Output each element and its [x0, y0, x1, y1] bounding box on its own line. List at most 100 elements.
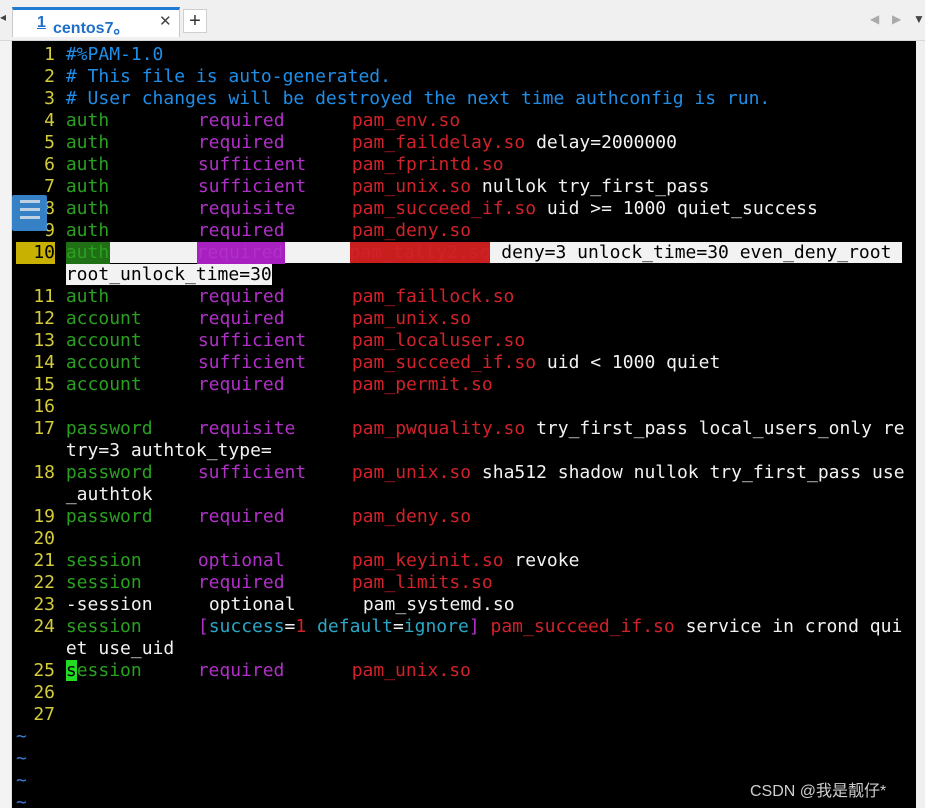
- code-token: pam_tally2.so: [349, 242, 491, 263]
- code-token: [284, 242, 350, 263]
- vim-line[interactable]: 5 auth required pam_faildelay.so delay=200…: [16, 132, 905, 154]
- vim-line[interactable]: 18 password sufficient pam_unix.so sha512 …: [16, 462, 904, 484]
- code-token: optional: [208, 594, 296, 615]
- code-token: auth: [65, 154, 110, 175]
- vim-line[interactable]: 23 -session optional pam_systemd.so: [16, 594, 905, 616]
- terminal-view[interactable]: 1 #%PAM-1.0 2 # This file is auto-generat…: [12, 41, 916, 808]
- vim-line[interactable]: 14 account sufficient pam_succeed_if.so ui…: [16, 352, 905, 374]
- line-number: 21: [33, 550, 55, 571]
- code-token: try_first_pass local_users_only re: [525, 418, 905, 439]
- code-token: sufficient: [197, 176, 307, 197]
- previous-tab-icon[interactable]: ◀: [870, 12, 879, 26]
- code-token: pam_deny.so: [351, 220, 472, 241]
- vim-line[interactable]: try=3 authtok_type=: [16, 440, 905, 462]
- code-token: session: [65, 616, 142, 637]
- vim-line[interactable]: 9 auth required pam_deny.so: [16, 220, 905, 242]
- vim-line[interactable]: et use_uid: [16, 638, 905, 660]
- vim-line[interactable]: 7 auth sufficient pam_unix.so nullok try_f…: [16, 176, 905, 198]
- line-number: 1: [44, 44, 55, 65]
- code-token: auth: [65, 198, 110, 219]
- vim-line[interactable]: 13 account sufficient pam_localuser.so: [16, 330, 905, 352]
- vim-line[interactable]: 8 auth requisite pam_succeed_if.so uid >= …: [16, 198, 905, 220]
- scroll-left-icon[interactable]: ◂: [0, 10, 10, 32]
- vim-line[interactable]: 1 #%PAM-1.0: [16, 44, 905, 66]
- code-token: _authtok: [65, 484, 153, 505]
- vim-line[interactable]: 4 auth required pam_env.so: [16, 110, 905, 132]
- vim-line[interactable]: root_unlock_time=30: [16, 264, 905, 286]
- code-token: #%PAM-1.0: [65, 44, 164, 65]
- line-number: 16: [33, 396, 55, 417]
- code-token: auth: [65, 220, 110, 241]
- line-number: 22: [33, 572, 55, 593]
- code-token: delay=2000000: [525, 132, 677, 153]
- left-side-strip: [0, 41, 12, 808]
- code-token: auth: [65, 286, 110, 307]
- vim-line[interactable]: 20: [16, 528, 905, 550]
- code-token: deny=3 unlock_time=30 even_deny_root: [490, 242, 903, 263]
- vim-line[interactable]: 10 auth required pam_tally2.so deny=3 un…: [16, 242, 905, 264]
- vim-line[interactable]: 19 password required pam_deny.so: [16, 506, 905, 528]
- vim-line[interactable]: 17 password requisite pam_pwquality.so try…: [16, 418, 905, 440]
- vim-line[interactable]: 22 session required pam_limits.so: [16, 572, 905, 594]
- vim-line[interactable]: 27: [16, 704, 905, 726]
- vim-line[interactable]: 24 session [success=1 default=ignore] pam…: [16, 616, 905, 638]
- add-tab-button[interactable]: +: [183, 9, 207, 33]
- code-token: session: [65, 572, 142, 593]
- line-number: 27: [33, 704, 55, 725]
- code-token: pam_faildelay.so: [351, 132, 526, 153]
- code-token: required: [197, 660, 285, 681]
- code-token: required: [197, 220, 285, 241]
- vim-line[interactable]: 16: [16, 396, 905, 418]
- tab-menu-icon[interactable]: ▼: [913, 12, 925, 26]
- code-token: service in crond qui: [674, 616, 903, 637]
- tab-centos7[interactable]: 1 centos7。 ✕: [12, 7, 180, 37]
- code-token: ignore: [403, 616, 469, 637]
- code-token: required: [197, 572, 285, 593]
- code-token: pam_fprintd.so: [351, 154, 504, 175]
- side-panel-toggle-icon[interactable]: [12, 195, 47, 231]
- code-token: [: [197, 616, 209, 637]
- code-token: auth: [65, 242, 110, 264]
- line-number: 20: [33, 528, 55, 549]
- code-token: password: [65, 506, 153, 527]
- code-token: required: [197, 110, 285, 131]
- code-token: pam_unix.so: [351, 462, 472, 483]
- next-tab-icon[interactable]: ▶: [892, 12, 901, 26]
- line-number: 19: [33, 506, 55, 527]
- line-number: 15: [33, 374, 55, 395]
- vim-line[interactable]: 21 session optional pam_keyinit.so revoke: [16, 550, 905, 572]
- code-token: pam_pwquality.so: [351, 418, 526, 439]
- code-token: password: [65, 462, 153, 483]
- code-token: nullok try_first_pass: [471, 176, 710, 197]
- vim-buffer[interactable]: 1 #%PAM-1.0 2 # This file is auto-generat…: [16, 44, 905, 808]
- code-token: required: [197, 506, 285, 527]
- vim-line[interactable]: 11 auth required pam_faillock.so: [16, 286, 905, 308]
- vim-line[interactable]: 15 account required pam_permit.so: [16, 374, 905, 396]
- vim-line[interactable]: 2 # This file is auto-generated.: [16, 66, 905, 88]
- code-token: s: [65, 660, 77, 681]
- vim-line[interactable]: 6 auth sufficient pam_fprintd.so: [16, 154, 905, 176]
- vim-line[interactable]: _authtok: [16, 484, 905, 506]
- close-icon[interactable]: ✕: [159, 12, 172, 30]
- line-number: 5: [44, 132, 55, 153]
- code-token: account: [65, 308, 142, 329]
- code-token: pam_faillock.so: [351, 286, 515, 307]
- tab-bar: ◂ 1 centos7。 ✕ + ◀ ▶ ▼: [0, 0, 925, 41]
- line-number: 6: [44, 154, 55, 175]
- code-token: revoke: [503, 550, 580, 571]
- code-token: =: [284, 616, 296, 637]
- line-number: 25: [33, 660, 55, 681]
- code-token: required: [197, 374, 285, 395]
- empty-line-marker: ~: [16, 748, 27, 769]
- vim-line[interactable]: 12 account required pam_unix.so: [16, 308, 905, 330]
- vim-line[interactable]: 3 # User changes will be destroyed the n…: [16, 88, 905, 110]
- vim-line[interactable]: 25 session required pam_unix.so: [16, 660, 905, 682]
- code-token: sufficient: [197, 352, 307, 373]
- scrollbar[interactable]: [916, 41, 925, 808]
- code-token: required: [197, 132, 285, 153]
- code-token: password: [65, 418, 153, 439]
- vim-line[interactable]: 26: [16, 682, 905, 704]
- code-token: pam_unix.so: [351, 308, 472, 329]
- code-token: pam_limits.so: [351, 572, 493, 593]
